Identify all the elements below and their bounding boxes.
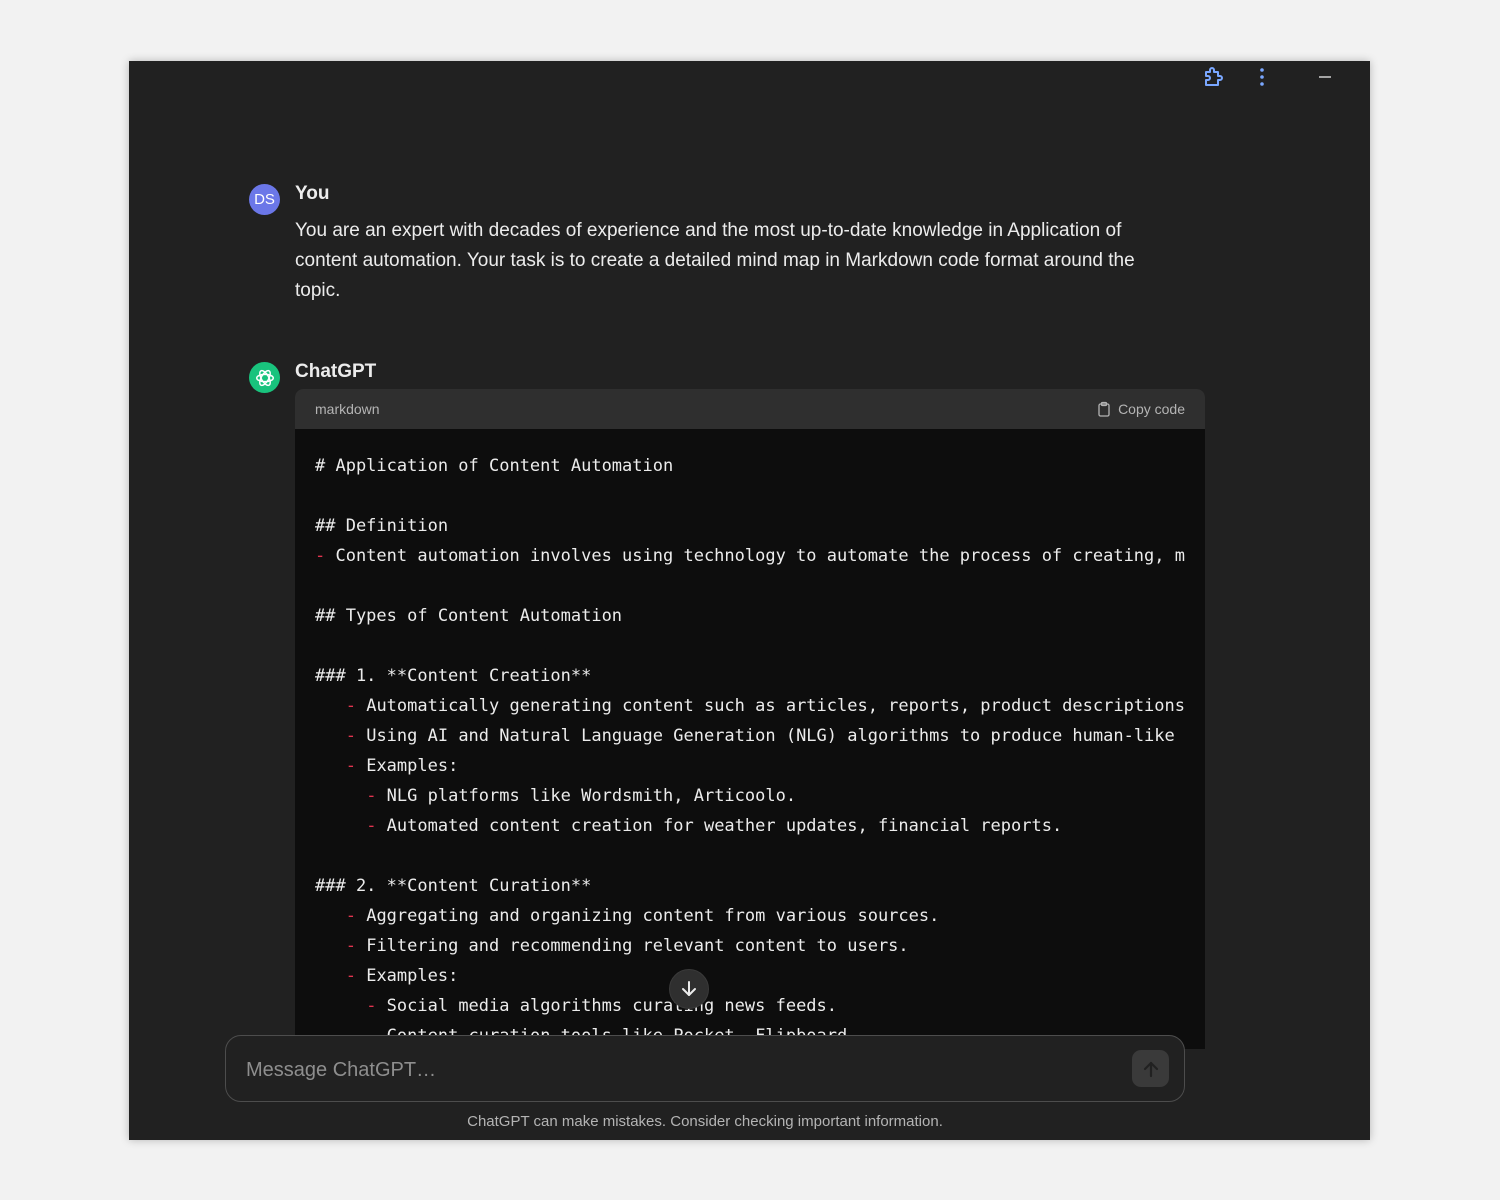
minimize-icon[interactable] [1315,67,1335,87]
code-line: ### 2. **Content Curation** [315,871,1185,901]
list-bullet: - [345,936,356,956]
extension-icon[interactable] [1201,65,1225,89]
code-line-text: NLG platforms like Wordsmith, Articoolo. [376,786,797,806]
list-bullet: - [366,816,377,836]
more-options-icon[interactable] [1252,67,1272,87]
code-block: markdown Copy code # Application of Cont… [295,389,1205,1049]
chatgpt-logo-icon [249,362,280,393]
code-line-text: Aggregating and organizing content from … [355,906,940,926]
arrow-up-icon [1143,1061,1158,1077]
list-bullet: - [345,756,356,776]
list-bullet: - [366,786,377,806]
code-line-text: Examples: [355,966,459,986]
list-bullet: - [345,906,356,926]
clipboard-icon [1098,401,1110,417]
code-line-text: ## Definition [315,516,449,536]
code-line: ### 1. **Content Creation** [315,661,1185,691]
disclaimer-text: ChatGPT can make mistakes. Consider chec… [467,1113,943,1130]
list-bullet: - [345,966,356,986]
code-content: # Application of Content Automation ## De… [295,429,1205,1049]
code-language-label: markdown [315,401,380,417]
chat-window: DS You You are an expert with decades of… [129,61,1370,1140]
code-line: - Automated content creation for weather… [315,811,1185,841]
user-message-text: You are an expert with decades of experi… [295,220,1135,301]
assistant-author-name: ChatGPT [295,361,377,382]
code-line: ## Definition [315,511,1185,541]
copy-code-button[interactable]: Copy code [1096,401,1185,417]
code-line-text: Using AI and Natural Language Generation… [355,726,1175,746]
code-line: - Examples: [315,961,1185,991]
code-line-text: # Application of Content Automation [315,456,674,476]
code-line: - Using AI and Natural Language Generati… [315,721,1185,751]
user-author-name: You [295,183,330,204]
scroll-to-bottom-button[interactable] [669,969,709,1009]
arrow-down-icon [682,981,696,996]
list-bullet: - [315,546,326,566]
code-line: - Aggregating and organizing content fro… [315,901,1185,931]
code-line: - Examples: [315,751,1185,781]
code-line-text: Content automation involves using techno… [325,546,1185,566]
send-button[interactable] [1132,1050,1169,1087]
list-bullet: - [345,726,356,746]
code-line-text: ### 1. **Content Creation** [315,666,592,686]
code-line-text: Filtering and recommending relevant cont… [355,936,909,956]
code-line: # Application of Content Automation [315,451,1185,481]
code-line: - NLG platforms like Wordsmith, Articool… [315,781,1185,811]
code-line-text: ### 2. **Content Curation** [315,876,592,896]
code-line-text: Social media algorithms curating news fe… [376,996,838,1016]
code-line-text: Automatically generating content such as… [355,696,1185,716]
code-line: - Content automation involves using tech… [315,541,1185,571]
code-header: markdown Copy code [295,389,1205,429]
list-bullet: - [366,996,377,1016]
user-avatar: DS [249,184,280,215]
code-line: - Filtering and recommending relevant co… [315,931,1185,961]
list-bullet: - [345,696,356,716]
code-line: ## Types of Content Automation [315,601,1185,631]
code-line-text: Automated content creation for weather u… [376,816,1063,836]
message-input[interactable] [246,1054,1106,1086]
copy-code-label: Copy code [1118,401,1185,417]
code-line-text: Examples: [355,756,459,776]
code-line-text: ## Types of Content Automation [315,606,623,626]
code-line: - Automatically generating content such … [315,691,1185,721]
code-line: - Social media algorithms curating news … [315,991,1185,1021]
message-composer [225,1035,1185,1102]
